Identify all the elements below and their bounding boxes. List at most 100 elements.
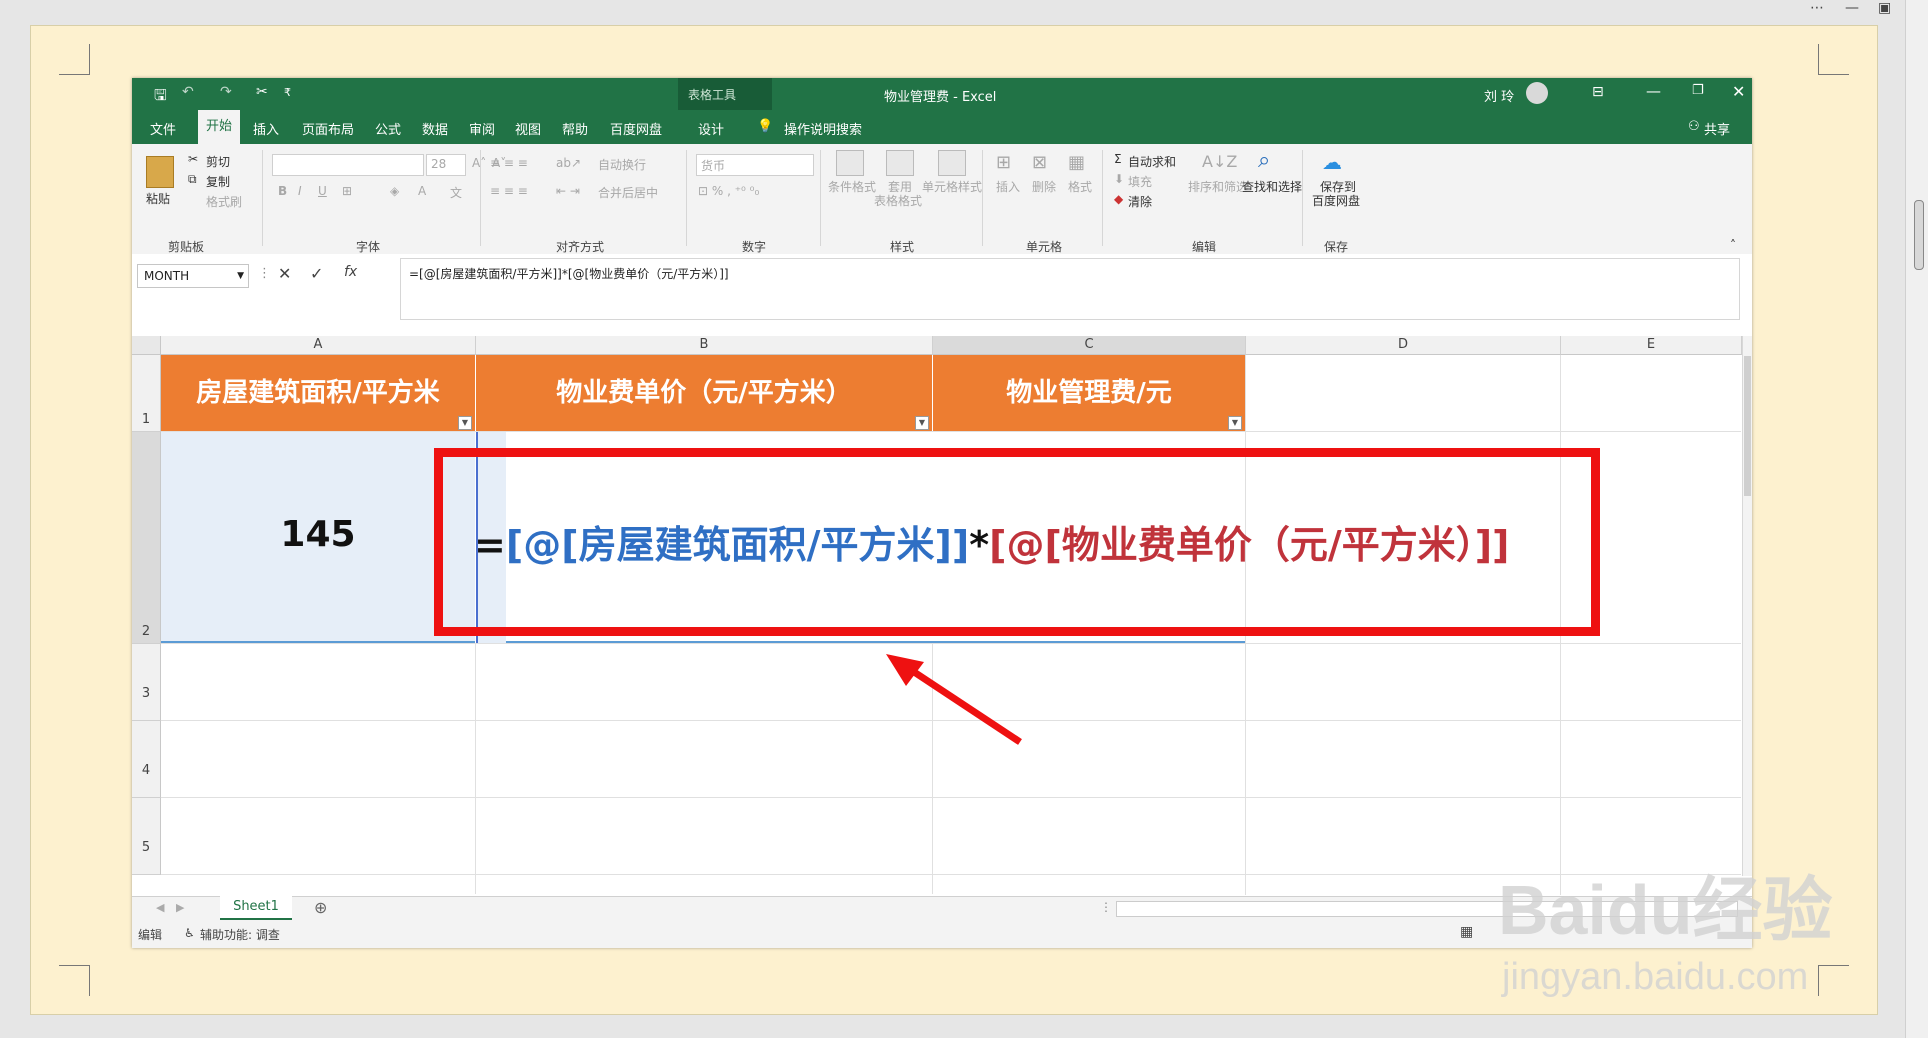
tab-review[interactable]: 审阅 — [469, 119, 495, 138]
close-icon[interactable]: ✕ — [1732, 82, 1745, 101]
group-label-styles: 样式 — [890, 240, 915, 254]
orientation-icon[interactable]: ab↗ — [556, 156, 581, 170]
column-header-e[interactable]: E — [1561, 336, 1742, 355]
row-header-3[interactable]: 3 — [132, 644, 161, 721]
enter-icon[interactable]: ✓ — [310, 264, 323, 283]
conditional-format-button[interactable]: 条件格式 — [828, 178, 876, 195]
normal-view-icon[interactable]: ▦ — [1460, 924, 1473, 940]
save-baidu-line2[interactable]: 百度网盘 — [1312, 192, 1360, 209]
restore-icon[interactable]: ▣ — [1878, 0, 1891, 16]
copy-icon: ⧉ — [188, 172, 197, 186]
insert-function-button[interactable]: fx — [344, 264, 357, 280]
tell-me-search[interactable]: 操作说明搜索 — [784, 119, 862, 138]
tab-formulas[interactable]: 公式 — [375, 119, 401, 138]
insert-cells-button[interactable]: 插入 — [996, 178, 1020, 195]
merge-center-button[interactable]: 合并后居中 — [598, 184, 658, 201]
sort-filter-button[interactable]: 排序和筛选 — [1188, 178, 1248, 195]
fill-button[interactable]: 填充 — [1128, 173, 1152, 190]
select-all-corner[interactable] — [132, 336, 161, 355]
number-format-box[interactable]: 货币 — [696, 154, 814, 176]
tab-data[interactable]: 数据 — [422, 119, 448, 138]
delete-cells-button[interactable]: 删除 — [1032, 178, 1056, 195]
find-select-button[interactable]: 查找和选择 — [1242, 178, 1302, 195]
collapse-ribbon-icon[interactable]: ˄ — [1730, 238, 1736, 252]
column-header-b[interactable]: B — [476, 336, 933, 355]
tab-help[interactable]: 帮助 — [562, 119, 588, 138]
redo-icon[interactable]: ↷ — [220, 84, 232, 100]
wrap-text-button[interactable]: 自动换行 — [598, 156, 646, 173]
document-scrollbar[interactable] — [1905, 0, 1928, 1038]
format-cells-button[interactable]: 格式 — [1068, 178, 1092, 195]
undo-icon[interactable]: ↶ — [182, 84, 194, 100]
tab-view[interactable]: 视图 — [515, 119, 541, 138]
vertical-scrollbar-thumb[interactable] — [1744, 356, 1751, 496]
tab-file[interactable]: 文件 — [150, 119, 176, 138]
underline-button[interactable]: U — [318, 184, 327, 198]
filter-dropdown-icon[interactable]: ▼ — [915, 416, 929, 430]
clear-button[interactable]: 清除 — [1128, 193, 1152, 210]
filter-dropdown-icon[interactable]: ▼ — [458, 416, 472, 430]
filter-dropdown-icon[interactable]: ▼ — [1228, 416, 1242, 430]
format-painter-button[interactable]: 格式刷 — [206, 193, 242, 210]
column-header-d[interactable]: D — [1246, 336, 1561, 355]
italic-button[interactable]: I — [298, 184, 302, 198]
user-name[interactable]: 刘 玲 — [1484, 86, 1514, 105]
save-icon[interactable]: 🖫 — [154, 85, 167, 110]
column-header-a[interactable]: A — [161, 336, 476, 355]
row-header-4[interactable]: 4 — [132, 721, 161, 798]
row-header-5[interactable]: 5 — [132, 798, 161, 875]
table-header-area[interactable]: 房屋建筑面积/平方米 — [161, 355, 475, 431]
paste-button[interactable]: 粘贴 — [146, 190, 170, 207]
ribbon-display-icon[interactable]: ⊟ — [1592, 84, 1604, 100]
cell-a2[interactable]: 145 — [161, 432, 475, 643]
bold-button[interactable]: B — [278, 184, 287, 198]
accessibility-status[interactable]: 辅助功能: 调查 — [200, 926, 280, 943]
cell-styles-button[interactable]: 单元格样式 — [922, 178, 982, 195]
table-format-button-line2[interactable]: 表格格式 — [874, 192, 922, 209]
tab-baidu[interactable]: 百度网盘 — [610, 119, 662, 138]
sheet-tab-sheet1[interactable]: Sheet1 — [220, 896, 292, 920]
align-top-icon[interactable]: ≡ ≡ ≡ — [490, 156, 528, 170]
table-header-fee[interactable]: 物业管理费/元 — [933, 355, 1245, 431]
prev-sheet-icon[interactable]: ◀ — [156, 901, 164, 914]
cancel-icon[interactable]: ✕ — [278, 264, 291, 283]
watermark-url: jingyan.baidu.com — [1502, 956, 1809, 998]
minimize-icon[interactable]: — — [1646, 82, 1661, 100]
window-title: 物业管理费 - Excel — [884, 90, 997, 105]
row-header-2[interactable]: 2 — [132, 432, 161, 644]
document-scrollbar-thumb[interactable] — [1914, 200, 1924, 270]
phonetic-icon[interactable]: 文 — [450, 184, 462, 201]
border-icon[interactable]: ⊞ — [342, 184, 352, 198]
split-handle-icon[interactable]: ⋮ — [1100, 900, 1112, 914]
tab-page-layout[interactable]: 页面布局 — [302, 119, 354, 138]
currency-icon[interactable]: ⊡ % , ⁺⁰ ⁰₀ — [698, 184, 759, 198]
scissors-icon[interactable]: ✂ — [256, 84, 268, 100]
font-name-box[interactable] — [272, 154, 424, 176]
avatar[interactable] — [1526, 82, 1548, 104]
column-header-c[interactable]: C — [933, 336, 1246, 355]
tab-home[interactable]: 开始 — [198, 110, 241, 144]
font-size-box[interactable]: 28 — [426, 154, 466, 176]
qat-customize[interactable]: ₹ — [284, 86, 291, 99]
tab-insert[interactable]: 插入 — [253, 119, 279, 138]
row-header-1[interactable]: 1 — [132, 355, 161, 432]
table-header-unit-price[interactable]: 物业费单价（元/平方米） — [476, 355, 932, 431]
vertical-scrollbar[interactable] — [1742, 336, 1752, 876]
font-color-icon[interactable]: A — [418, 184, 426, 198]
align-left-icon[interactable]: ≡ ≡ ≡ — [490, 184, 528, 198]
formula-operator: * — [969, 523, 990, 567]
copy-button[interactable]: 复制 — [206, 173, 230, 190]
name-box[interactable]: MONTH ▼ — [137, 264, 249, 288]
tab-design[interactable]: 设计 — [698, 119, 724, 138]
next-sheet-icon[interactable]: ▶ — [176, 901, 184, 914]
formula-ref-price: [@[物业费单价（元/平方米）]] — [989, 523, 1510, 567]
share-button[interactable]: 共享 — [1704, 119, 1730, 138]
autosum-button[interactable]: 自动求和 — [1128, 153, 1176, 170]
formula-input[interactable]: =[@[房屋建筑面积/平方米]]*[@[物业费单价（元/平方米）]] — [400, 258, 1740, 320]
fill-color-icon[interactable]: ◈ — [390, 184, 399, 198]
add-sheet-icon[interactable]: ⊕ — [314, 898, 327, 917]
indent-icon[interactable]: ⇤ ⇥ — [556, 184, 580, 198]
maximize-icon[interactable]: ❐ — [1692, 83, 1704, 98]
cut-button[interactable]: 剪切 — [206, 153, 230, 170]
chevron-down-icon[interactable]: ▼ — [237, 265, 244, 287]
